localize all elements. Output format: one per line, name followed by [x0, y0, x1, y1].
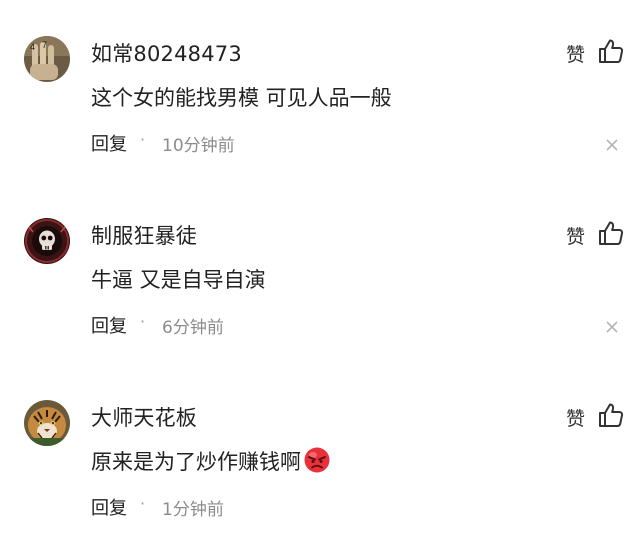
svg-text:4: 4 [30, 42, 35, 52]
comment-list: 4 7 如常80248473 这个女的能找男模 可见人品一般 回复 · 10分钟… [0, 0, 640, 554]
comment-text: 这个女的能找男模 可见人品一般 [91, 86, 392, 110]
skull-emblem-avatar [24, 218, 70, 264]
user-avatar[interactable]: 4 7 [24, 36, 70, 82]
user-avatar[interactable] [24, 400, 70, 446]
close-icon[interactable] [606, 321, 618, 333]
username[interactable]: 大师天花板 [91, 402, 197, 432]
username[interactable]: 制服狂暴徒 [91, 220, 197, 250]
fingers-photo-avatar: 4 7 [24, 36, 70, 82]
thumbs-up-icon[interactable] [598, 402, 624, 428]
separator-dot: · [140, 130, 146, 149]
thumbs-up-icon[interactable] [598, 220, 624, 246]
angry-face-emoji [304, 447, 330, 473]
comment-item: 制服狂暴徒 牛逼 又是自导自演 回复 · 6分钟前 赞 [0, 182, 640, 364]
comment-text-body: 原来是为了炒作赚钱啊 [91, 450, 301, 474]
like-label[interactable]: 赞 [566, 404, 585, 431]
comment-item: 大师天花板 原来是为了炒作赚钱啊 回复 · 1分钟前 赞 [0, 364, 640, 546]
comment-text: 牛逼 又是自导自演 [91, 268, 266, 292]
separator-dot: · [140, 494, 146, 513]
close-icon[interactable] [606, 139, 618, 151]
thumbs-up-icon[interactable] [598, 38, 624, 64]
svg-text:7: 7 [42, 40, 47, 50]
comment-text: 原来是为了炒作赚钱啊 [91, 446, 331, 476]
tiger-photo-avatar [24, 400, 70, 446]
timestamp: 1分钟前 [162, 500, 224, 520]
reply-button[interactable]: 回复 [91, 130, 127, 156]
like-label[interactable]: 赞 [566, 222, 585, 249]
reply-button[interactable]: 回复 [91, 494, 127, 520]
like-label[interactable]: 赞 [566, 40, 585, 67]
timestamp: 6分钟前 [162, 318, 224, 338]
separator-dot: · [140, 312, 146, 331]
reply-button[interactable]: 回复 [91, 312, 127, 338]
timestamp: 10分钟前 [162, 136, 235, 156]
comment-item: 4 7 如常80248473 这个女的能找男模 可见人品一般 回复 · 10分钟… [0, 0, 640, 182]
username[interactable]: 如常80248473 [91, 38, 242, 68]
user-avatar[interactable] [24, 218, 70, 264]
